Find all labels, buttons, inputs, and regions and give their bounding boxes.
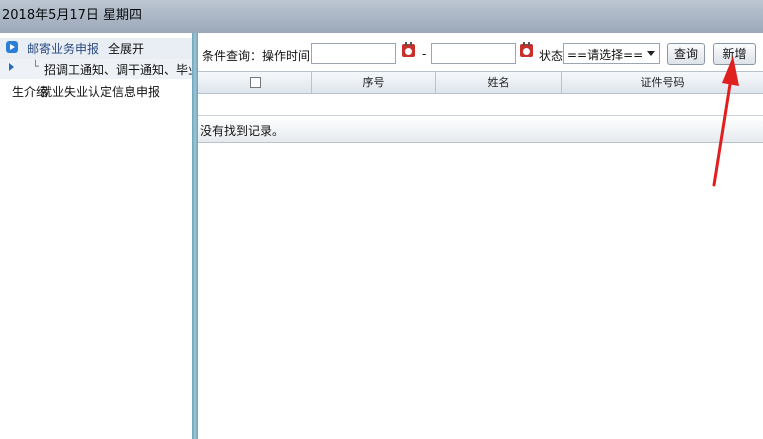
column-header-name[interactable]: 姓名 bbox=[436, 72, 562, 94]
tree-branch-line: └ bbox=[32, 60, 39, 73]
tree-item-recruitment-notice[interactable]: 招调工通知、调干通知、毕业 bbox=[44, 61, 192, 78]
tree-root-icon bbox=[6, 41, 18, 53]
expand-all-link[interactable]: 全展开 bbox=[108, 40, 144, 57]
query-toolbar: 条件查询：操作时间 - 状态 ==请选择== 查询 新增 bbox=[198, 36, 763, 66]
condition-label: 条件查询：操作时间 bbox=[202, 49, 311, 63]
top-header-bar: 2018年5月17日 星期四 bbox=[0, 0, 763, 33]
grid-status-row: 没有找到记录。 bbox=[198, 117, 763, 143]
add-button[interactable]: 新增 bbox=[713, 43, 756, 65]
status-selected-value: ==请选择== bbox=[567, 48, 644, 62]
end-time-input[interactable] bbox=[431, 43, 516, 64]
end-calendar-icon[interactable] bbox=[520, 42, 534, 58]
start-time-input[interactable] bbox=[311, 43, 396, 64]
select-all-checkbox[interactable] bbox=[250, 77, 261, 88]
start-calendar-icon[interactable] bbox=[402, 42, 416, 58]
main-panel: 条件查询：操作时间 - 状态 ==请选择== 查询 新增 序号 姓名 证件号码 … bbox=[198, 33, 763, 439]
tree-item-employment-declare[interactable]: 就业失业认定信息申报 bbox=[40, 83, 160, 100]
select-all-column bbox=[198, 72, 312, 94]
tree-root-label[interactable]: 邮寄业务申报 bbox=[27, 40, 99, 57]
column-header-id-number[interactable]: 证件号码 bbox=[562, 72, 763, 94]
chevron-down-icon bbox=[647, 51, 655, 56]
tree-expand-caret-icon[interactable] bbox=[9, 63, 14, 71]
current-date: 2018年5月17日 星期四 bbox=[2, 8, 143, 23]
grid-header: 序号 姓名 证件号码 bbox=[198, 71, 763, 94]
query-button[interactable]: 查询 bbox=[667, 43, 705, 65]
column-header-seq[interactable]: 序号 bbox=[312, 72, 436, 94]
no-records-message: 没有找到记录。 bbox=[200, 124, 285, 138]
sidebar-tree: 邮寄业务申报 全展开 └ 招调工通知、调干通知、毕业 生介绍 就业失业认定信息申… bbox=[0, 33, 192, 439]
status-label: 状态 bbox=[539, 49, 564, 63]
status-select[interactable]: ==请选择== bbox=[563, 43, 660, 64]
range-dash: - bbox=[422, 47, 427, 61]
grid-empty-row bbox=[198, 94, 763, 116]
